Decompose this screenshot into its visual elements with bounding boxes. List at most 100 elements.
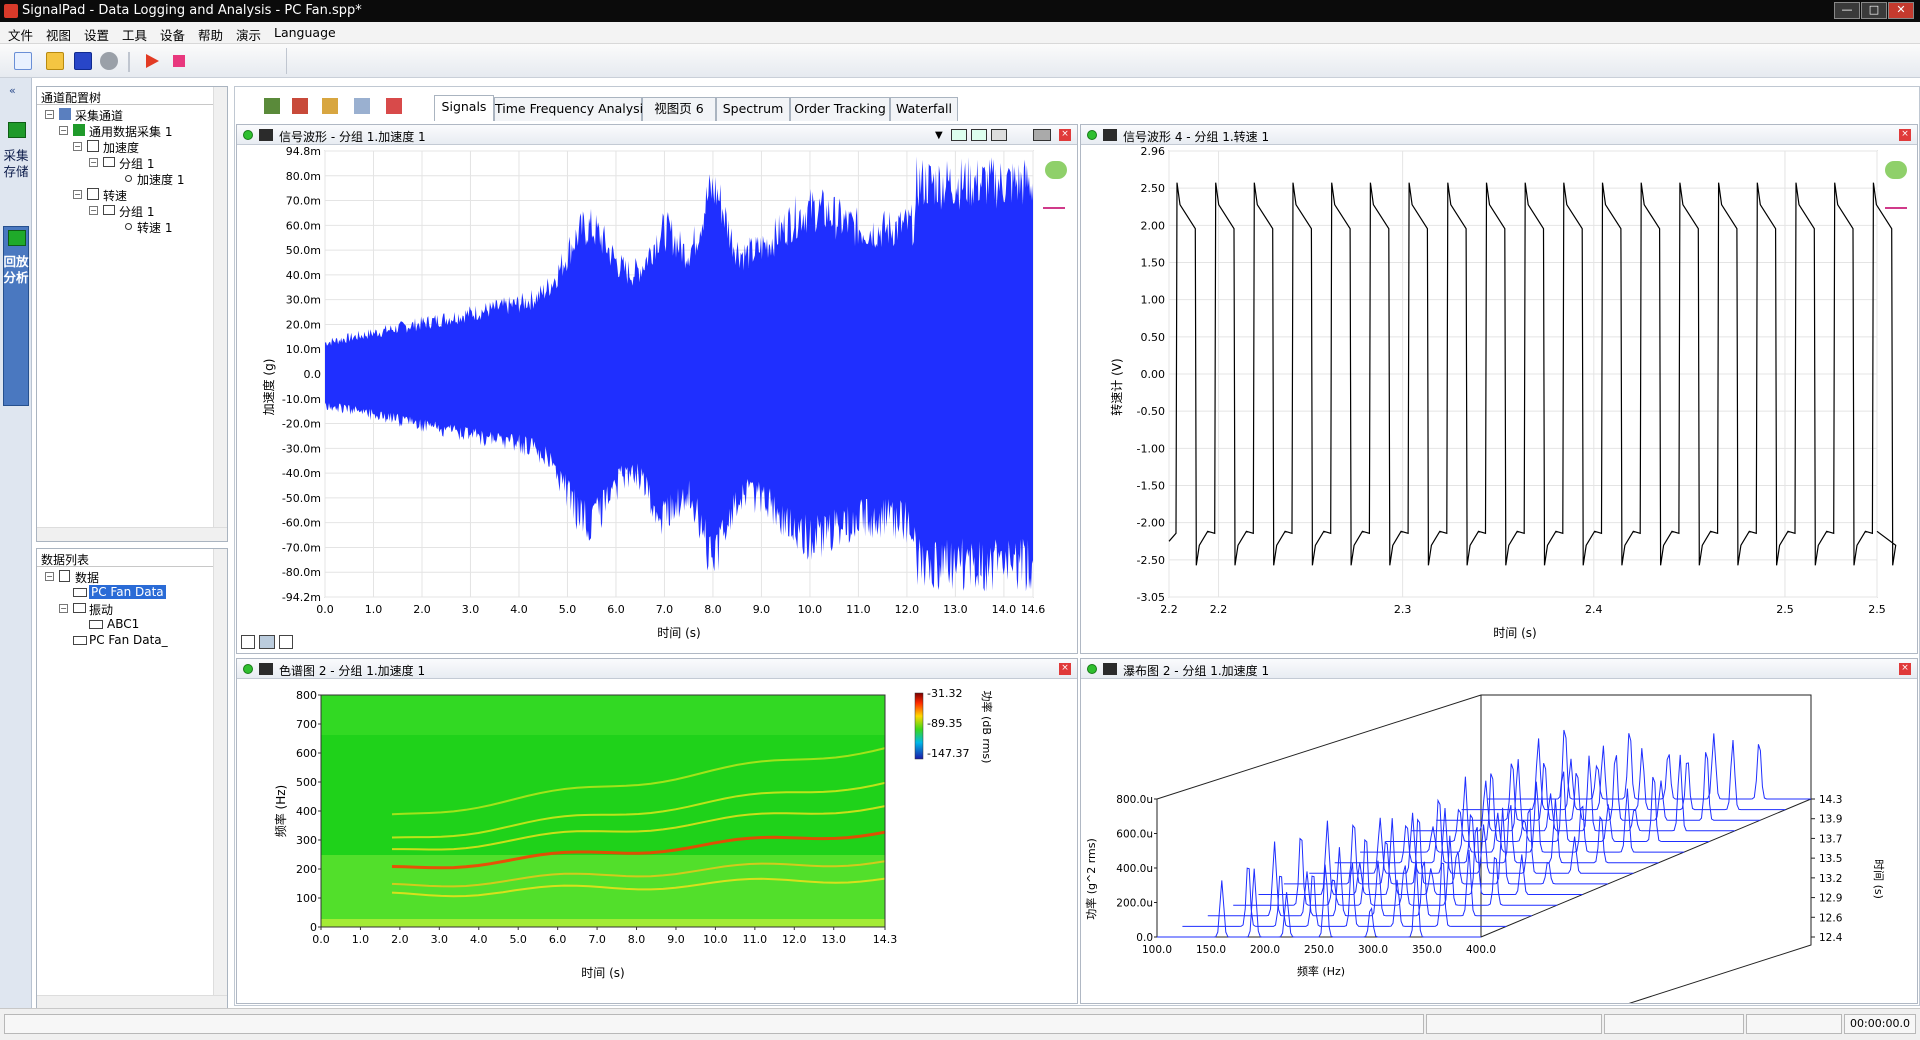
export-icon[interactable] <box>1033 129 1051 141</box>
list-item[interactable]: ABC1 <box>107 617 139 631</box>
z-tick-label: 13.5 <box>1819 853 1842 865</box>
y-tick-label: 2.96 <box>1141 145 1166 158</box>
maximize-button[interactable]: □ <box>1861 2 1887 19</box>
expand-icon[interactable]: − <box>73 190 82 199</box>
expand-icon[interactable]: − <box>89 206 98 215</box>
tree-item[interactable]: 加速度 1 <box>137 171 184 188</box>
add-view-icon[interactable] <box>322 98 338 114</box>
tab-playback-analysis[interactable]: 回放分析 <box>3 254 29 404</box>
y-tick-label: 0.00 <box>1141 368 1166 381</box>
speaker-icon[interactable] <box>1045 161 1067 179</box>
spectrogram-band <box>321 695 885 735</box>
close-chart-icon[interactable]: × <box>1059 663 1071 675</box>
close-chart-icon[interactable]: × <box>1899 129 1911 141</box>
colorbar-mid: -89.35 <box>927 717 962 730</box>
tab-view-6[interactable]: 视图页 6 <box>642 97 716 121</box>
x-tick-label: 7.0 <box>588 933 606 946</box>
tree-item[interactable]: 转速 1 <box>137 219 172 236</box>
folder-icon <box>103 157 115 167</box>
menu-file[interactable]: 文件 <box>8 25 33 44</box>
menu-help[interactable]: 帮助 <box>198 25 223 44</box>
stop-icon[interactable] <box>173 55 185 67</box>
y-tick-label: -94.2m <box>282 591 321 604</box>
tree-item[interactable]: 采集通道 <box>75 107 123 124</box>
x-tick-label: 0.0 <box>316 603 334 616</box>
list-item-selected[interactable]: PC Fan Data <box>89 585 166 599</box>
sensor-icon <box>87 188 99 200</box>
layout-icon[interactable] <box>971 129 987 141</box>
mode-strip: « 采集存储 回放分析 <box>0 78 32 1008</box>
save-icon[interactable] <box>74 52 92 70</box>
colorbar-label: 功率 (dB rms) <box>980 691 994 764</box>
x-tick-label: 3.0 <box>462 603 480 616</box>
expand-icon[interactable]: − <box>45 110 54 119</box>
close-chart-icon[interactable]: × <box>1059 129 1071 141</box>
rename-view-icon[interactable] <box>354 98 370 114</box>
waterfall-plot: 800.0u 600.0u 400.0u 200.0u 0.0 100.0 150.0 20… <box>1084 694 1885 1003</box>
list-item[interactable]: 振动 <box>89 601 113 618</box>
list-item[interactable]: 数据 <box>75 569 99 586</box>
y-axis-label: 功率 (g^2 rms) <box>1084 838 1098 920</box>
menu-view[interactable]: 视图 <box>46 25 71 44</box>
x-tick-label: 400.0 <box>1466 944 1496 956</box>
dropdown-icon[interactable]: ▼ <box>935 130 943 141</box>
legend-icon[interactable] <box>1885 195 1907 209</box>
expand-icon[interactable]: − <box>73 142 82 151</box>
cursor-tool-icon[interactable] <box>241 635 255 649</box>
minimize-button[interactable]: — <box>1834 2 1860 19</box>
menu-tools[interactable]: 工具 <box>122 25 147 44</box>
list-horizontal-scrollbar[interactable] <box>37 995 227 1009</box>
expand-icon[interactable]: − <box>89 158 98 167</box>
tab-order-tracking[interactable]: Order Tracking <box>790 97 890 121</box>
expand-icon[interactable]: − <box>59 604 68 613</box>
y-tick-label: 800.0u <box>1116 794 1153 806</box>
tree-item[interactable]: 加速度 <box>103 139 139 156</box>
text-view-icon[interactable] <box>386 98 402 114</box>
list-vertical-scrollbar[interactable] <box>213 549 227 995</box>
menu-language[interactable]: Language <box>274 25 336 40</box>
tree-item[interactable]: 分组 1 <box>119 155 154 172</box>
x-tick-label: 5.0 <box>509 933 526 946</box>
close-chart-icon[interactable]: × <box>1899 663 1911 675</box>
y-tick-label: -1.00 <box>1137 442 1165 455</box>
layout-icon[interactable] <box>991 129 1007 141</box>
new-icon[interactable] <box>14 52 32 70</box>
delete-chart-icon[interactable] <box>292 98 308 114</box>
tree-horizontal-scrollbar[interactable] <box>37 527 227 541</box>
menu-settings[interactable]: 设置 <box>84 25 109 44</box>
x-tick-label: 9.0 <box>753 603 771 616</box>
collapse-icon[interactable]: « <box>9 84 16 97</box>
settings-icon[interactable] <box>100 52 118 70</box>
run-icon[interactable] <box>144 53 160 69</box>
add-chart-icon[interactable] <box>264 98 280 114</box>
close-button[interactable]: ✕ <box>1888 2 1914 19</box>
expand-icon[interactable]: − <box>59 126 68 135</box>
colorbar <box>914 692 924 760</box>
chart-header: 瀑布图 2 - 分组 1.加速度 1 × <box>1081 659 1917 679</box>
z-axis-label: 时间 (s) <box>1872 859 1885 899</box>
speaker-icon[interactable] <box>1885 161 1907 179</box>
tab-time-frequency-analysis[interactable]: Time Frequency Analysis <box>494 97 650 121</box>
zoom-tool-icon[interactable] <box>259 635 275 649</box>
x-tick-label: 2.5 <box>1868 603 1886 616</box>
tab-signals[interactable]: Signals <box>434 95 494 121</box>
x-tick-label: 7.0 <box>656 603 674 616</box>
pan-tool-icon[interactable] <box>279 635 293 649</box>
tree-vertical-scrollbar[interactable] <box>213 87 227 527</box>
panel-divider <box>37 566 213 567</box>
tree-item[interactable]: 分组 1 <box>119 203 154 220</box>
list-item[interactable]: PC Fan Data_ <box>89 633 168 647</box>
x-tick-label: 14.0 <box>992 603 1017 616</box>
menu-demo[interactable]: 演示 <box>236 25 261 44</box>
chart-title: 色谱图 2 - 分组 1.加速度 1 <box>279 664 426 678</box>
open-icon[interactable] <box>46 52 64 70</box>
tree-item[interactable]: 通用数据采集 1 <box>89 123 172 140</box>
menu-device[interactable]: 设备 <box>160 25 185 44</box>
tab-waterfall[interactable]: Waterfall <box>890 97 958 121</box>
legend-icon[interactable] <box>1043 195 1065 209</box>
expand-icon[interactable]: − <box>45 572 54 581</box>
tab-spectrum[interactable]: Spectrum <box>716 97 790 121</box>
layout-icon[interactable] <box>951 129 967 141</box>
x-tick-label: 2.2 <box>1210 603 1228 616</box>
tree-item[interactable]: 转速 <box>103 187 127 204</box>
